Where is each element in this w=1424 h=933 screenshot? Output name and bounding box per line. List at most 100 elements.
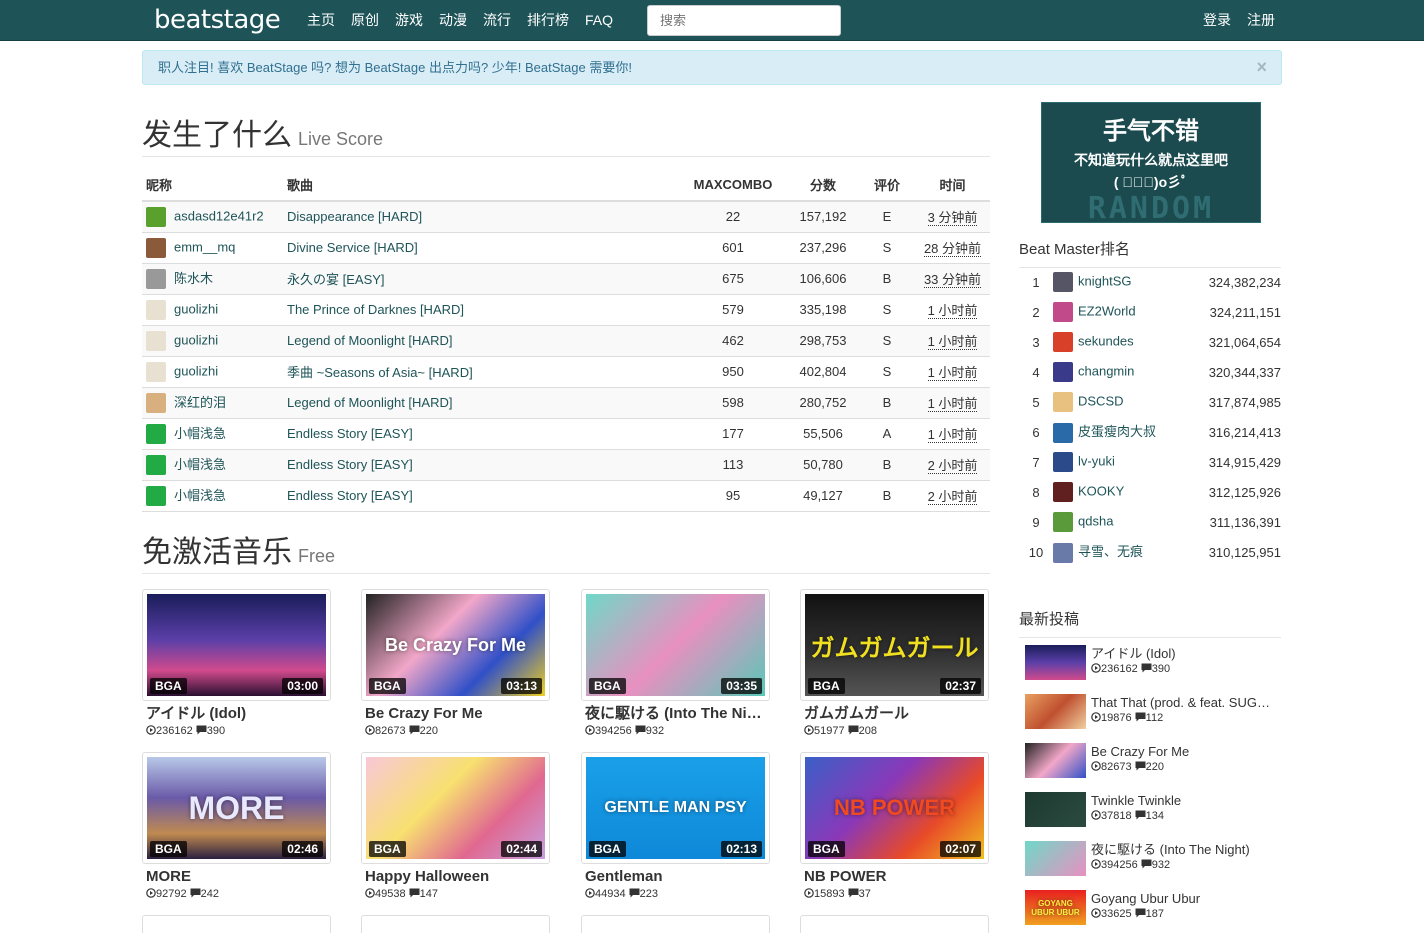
- latest-item[interactable]: Twinkle Twinkle 37818 134: [1025, 792, 1281, 841]
- song-link[interactable]: 季曲 ~Seasons of Asia~ [HARD]: [287, 365, 473, 380]
- song-thumbnail-frame[interactable]: BGA 02:44: [361, 752, 550, 864]
- song-thumbnail[interactable]: BGA 02:44: [366, 757, 545, 859]
- nickname-link[interactable]: 小帽浅急: [174, 426, 226, 441]
- nav-game[interactable]: 游戏: [387, 0, 431, 41]
- song-title[interactable]: Happy Halloween: [365, 867, 550, 887]
- song-card[interactable]: BGA 03:35 夜に駆ける (Into The Night) 394256 932: [581, 589, 770, 739]
- card-placeholder[interactable]: [581, 915, 770, 933]
- song-thumbnail[interactable]: MORE BGA 02:46: [147, 757, 326, 859]
- player-link[interactable]: 寻雪、无痕: [1078, 544, 1143, 559]
- nickname-link[interactable]: guolizhi: [174, 363, 218, 378]
- song-link[interactable]: 永久の宴 [EASY]: [287, 272, 385, 287]
- player-link[interactable]: 皮蛋瘦肉大叔: [1078, 424, 1156, 439]
- song-link[interactable]: Legend of Moonlight [HARD]: [287, 395, 452, 410]
- nav-anime[interactable]: 动漫: [431, 0, 475, 41]
- song-link[interactable]: Endless Story [EASY]: [287, 457, 413, 472]
- latest-thumbnail[interactable]: GOYANG UBUR UBUR: [1025, 890, 1086, 925]
- register-link[interactable]: 注册: [1239, 0, 1283, 41]
- nav-original[interactable]: 原创: [343, 0, 387, 41]
- latest-title-link[interactable]: 夜に駆ける (Into The Night): [1091, 841, 1271, 858]
- latest-thumbnail[interactable]: [1025, 792, 1086, 827]
- free-music-subtitle: Free: [298, 546, 336, 566]
- nickname-link[interactable]: asdasd12e41r2: [174, 208, 264, 223]
- latest-item[interactable]: アイドル (Idol) 236162 390: [1025, 645, 1281, 694]
- nickname-link[interactable]: guolizhi: [174, 332, 218, 347]
- song-title[interactable]: Be Crazy For Me: [365, 704, 550, 724]
- nickname-link[interactable]: guolizhi: [174, 301, 218, 316]
- latest-item[interactable]: 夜に駆ける (Into The Night) 394256 932: [1025, 841, 1281, 890]
- song-card[interactable]: BGA 02:44 Happy Halloween 49538 147: [361, 752, 550, 902]
- song-link[interactable]: Endless Story [EASY]: [287, 488, 413, 503]
- player-link[interactable]: DSCSD: [1078, 393, 1124, 408]
- nickname-link[interactable]: 深红的泪: [174, 395, 226, 410]
- song-title[interactable]: MORE: [146, 867, 331, 887]
- latest-title-link[interactable]: Twinkle Twinkle: [1091, 792, 1271, 809]
- player-link[interactable]: lv-yuki: [1078, 453, 1115, 468]
- nav-faq[interactable]: FAQ: [577, 0, 621, 41]
- song-thumbnail[interactable]: ガムガムガール BGA 02:37: [805, 594, 984, 696]
- nickname-link[interactable]: 小帽浅急: [174, 488, 226, 503]
- song-title[interactable]: 夜に駆ける (Into The Night): [585, 704, 770, 724]
- latest-item[interactable]: That That (prod. & feat. SUGA of BTS)198…: [1025, 694, 1281, 743]
- song-thumbnail-frame[interactable]: ガムガムガール BGA 02:37: [800, 589, 989, 701]
- nav-home[interactable]: 主页: [299, 0, 343, 41]
- song-link[interactable]: The Prince of Darknes [HARD]: [287, 302, 464, 317]
- song-thumbnail[interactable]: Be Crazy For Me BGA 03:13: [366, 594, 545, 696]
- song-title[interactable]: ガムガムガール: [804, 704, 989, 724]
- close-icon[interactable]: ×: [1256, 51, 1267, 84]
- player-link[interactable]: EZ2World: [1078, 303, 1136, 318]
- latest-item[interactable]: GOYANG UBUR UBUR Goyang Ubur Ubur 33625 18…: [1025, 890, 1281, 933]
- random-song-banner[interactable]: RANDOM 手气不错 不知道玩什么就点这里吧 ( ﾟ∀ﾟ)o彡ﾟ: [1041, 102, 1261, 223]
- song-thumbnail-frame[interactable]: BGA 03:00: [142, 589, 331, 701]
- card-placeholder[interactable]: [142, 915, 331, 933]
- card-placeholder[interactable]: [361, 915, 550, 933]
- latest-thumbnail[interactable]: [1025, 645, 1086, 680]
- song-thumbnail-frame[interactable]: MORE BGA 02:46: [142, 752, 331, 864]
- site-logo[interactable]: beatstage: [154, 4, 281, 36]
- latest-item[interactable]: Be Crazy For Me 82673 220: [1025, 743, 1281, 792]
- player-link[interactable]: KOOKY: [1078, 483, 1124, 498]
- song-thumbnail[interactable]: BGA 03:00: [147, 594, 326, 696]
- latest-title-link[interactable]: アイドル (Idol): [1091, 645, 1271, 662]
- song-thumbnail-frame[interactable]: BGA 03:35: [581, 589, 770, 701]
- song-thumbnail-frame[interactable]: NB POWER BGA 02:07: [800, 752, 989, 864]
- play-count: 51977: [814, 725, 845, 737]
- latest-thumbnail[interactable]: [1025, 694, 1086, 729]
- player-link[interactable]: qdsha: [1078, 513, 1113, 528]
- song-card[interactable]: Be Crazy For Me BGA 03:13 Be Crazy For Me 82…: [361, 589, 550, 739]
- player-link[interactable]: knightSG: [1078, 273, 1131, 288]
- player-link[interactable]: changmin: [1078, 363, 1134, 378]
- latest-title-link[interactable]: Be Crazy For Me: [1091, 743, 1271, 760]
- card-placeholder[interactable]: [800, 915, 989, 933]
- song-link[interactable]: Divine Service [HARD]: [287, 240, 418, 255]
- song-link[interactable]: Legend of Moonlight [HARD]: [287, 333, 452, 348]
- song-title[interactable]: Gentleman: [585, 867, 770, 887]
- song-link[interactable]: Endless Story [EASY]: [287, 426, 413, 441]
- player-link[interactable]: sekundes: [1078, 333, 1134, 348]
- song-thumbnail-frame[interactable]: Be Crazy For Me BGA 03:13: [361, 589, 550, 701]
- song-title[interactable]: アイドル (Idol): [146, 704, 331, 724]
- song-thumbnail[interactable]: NB POWER BGA 02:07: [805, 757, 984, 859]
- nickname-link[interactable]: emm__mq: [174, 239, 235, 254]
- song-title[interactable]: NB POWER: [804, 867, 989, 887]
- nickname-link[interactable]: 陈水木: [174, 271, 213, 286]
- song-card[interactable]: MORE BGA 02:46 MORE 92792 242: [142, 752, 331, 902]
- song-thumbnail[interactable]: BGA 03:35: [586, 594, 765, 696]
- song-card[interactable]: GENTLE MAN PSY BGA 02:13 Gentleman 44934 223: [581, 752, 770, 902]
- latest-title-link[interactable]: That That (prod. & feat. SUGA of BTS): [1091, 694, 1271, 711]
- nav-pop[interactable]: 流行: [475, 0, 519, 41]
- latest-title-link[interactable]: Goyang Ubur Ubur: [1091, 890, 1271, 907]
- latest-thumbnail[interactable]: [1025, 743, 1086, 778]
- login-link[interactable]: 登录: [1195, 0, 1239, 41]
- song-link[interactable]: Disappearance [HARD]: [287, 209, 422, 224]
- song-card[interactable]: BGA 03:00 アイドル (Idol) 236162 390: [142, 589, 331, 739]
- song-thumbnail-frame[interactable]: GENTLE MAN PSY BGA 02:13: [581, 752, 770, 864]
- song-thumbnail[interactable]: GENTLE MAN PSY BGA 02:13: [586, 757, 765, 859]
- song-card[interactable]: NB POWER BGA 02:07 NB POWER 15893 37: [800, 752, 989, 902]
- search-input[interactable]: [647, 5, 841, 36]
- song-card[interactable]: ガムガムガール BGA 02:37 ガムガムガール 51977 208: [800, 589, 989, 739]
- latest-thumbnail[interactable]: [1025, 841, 1086, 876]
- nav-ranking[interactable]: 排行榜: [519, 0, 577, 41]
- nickname-link[interactable]: 小帽浅急: [174, 457, 226, 472]
- time-ago: 1 小时前: [927, 303, 978, 319]
